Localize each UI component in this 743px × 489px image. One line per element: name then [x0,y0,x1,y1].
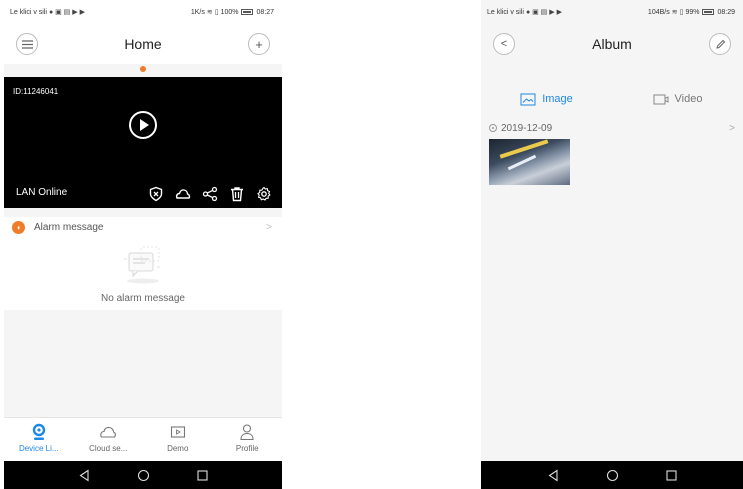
notification-icons: ● ▣ ▤ ▶ ▶ [525,9,562,16]
date-group-header[interactable]: 2019-12-09 > [489,121,735,135]
tab-label: Cloud se... [89,444,128,453]
home-circle-icon[interactable] [606,469,619,482]
sim-icon: ▯ [214,9,219,16]
title-bar: < Album [481,24,743,64]
carrier-label: Le klici v sili [487,8,524,16]
location-pin-icon [32,423,45,440]
camera-id: ID:11246041 [13,87,59,96]
tab-image[interactable]: Image [481,84,612,114]
tab-video[interactable]: Video [612,84,743,114]
shield-icon[interactable] [148,186,164,202]
status-bar: Le klici v sili ● ▣ ▤ ▶ ▶ 1K/s ≋ ▯ 100% … [4,0,282,24]
status-bar: Le klici v sili ● ▣ ▤ ▶ ▶ 104B/s ≋ ▯ 99%… [481,0,743,24]
network-speed: 104B/s [647,8,670,16]
alarm-icon: ◖ [12,220,25,234]
tab-label: Image [542,93,573,105]
carrier-label: Le klici v sili [10,8,47,16]
page-indicator-dot [140,66,146,72]
clock: 08:29 [717,8,735,16]
video-play-icon [170,426,185,438]
bottom-tab-bar: Device Li... Cloud se... Demo Profile [4,417,282,461]
back-triangle-icon[interactable] [547,468,560,482]
battery-percent: 99% [685,8,700,16]
share-icon[interactable] [202,186,218,202]
radio-dot-icon [489,124,497,132]
menu-button[interactable] [16,33,38,55]
clock: 08:27 [256,8,274,16]
battery-icon [702,9,715,15]
sim-icon: ▯ [679,9,684,16]
recents-square-icon[interactable] [196,469,209,482]
user-icon [240,424,254,441]
tab-label: Profile [235,444,259,453]
image-icon [520,93,536,105]
wifi-icon: ≋ [671,9,678,16]
tab-label: Demo [167,444,189,453]
chevron-right-icon: > [729,122,735,134]
back-triangle-icon[interactable] [78,468,91,482]
cloud-icon [100,426,117,438]
tab-demo[interactable]: Demo [143,418,213,461]
image-thumbnail[interactable] [489,139,570,185]
tab-label: Device Li... [18,444,59,453]
notification-icons: ● ▣ ▤ ▶ ▶ [48,9,85,16]
date-label: 2019-12-09 [501,122,553,134]
title-bar: Home + [4,24,282,64]
network-speed: 1K/s [190,8,205,16]
tab-device-list[interactable]: Device Li... [4,418,74,461]
add-device-button[interactable]: + [248,33,270,55]
thumbnail-detail [499,139,549,159]
cloud-icon[interactable] [175,186,191,202]
page-title: Album [592,36,632,52]
page-title: Home [124,36,162,52]
trash-icon[interactable] [229,186,245,202]
thumbnail-detail [507,154,537,171]
alarm-message-row[interactable]: ◖ Alarm message > [4,217,282,237]
edit-button[interactable] [709,33,731,55]
pencil-icon [715,39,725,49]
play-icon[interactable] [129,111,157,139]
home-circle-icon[interactable] [137,469,150,482]
settings-gear-icon[interactable] [256,186,272,202]
wifi-icon: ≋ [206,9,213,16]
tab-profile[interactable]: Profile [213,418,283,461]
system-nav-bar [4,461,282,489]
back-button[interactable]: < [493,33,515,55]
camera-preview[interactable]: ID:11246041 LAN Online [4,77,282,208]
recents-square-icon[interactable] [665,469,678,482]
chevron-left-icon: < [500,38,508,50]
home-screen: Le klici v sili ● ▣ ▤ ▶ ▶ 1K/s ≋ ▯ 100% … [4,0,282,489]
empty-message-icon [124,246,160,284]
alarm-message-label: Alarm message [34,221,104,233]
battery-icon [241,9,254,15]
system-nav-bar [481,461,743,489]
chevron-right-icon: > [266,221,272,233]
album-screen: Le klici v sili ● ▣ ▤ ▶ ▶ 104B/s ≋ ▯ 99%… [481,0,743,489]
plus-icon: + [255,36,263,52]
battery-percent: 100% [220,8,239,16]
connection-status: LAN Online [16,187,68,198]
media-type-tabs: Image Video [481,84,743,114]
camera-toolbar [148,186,272,202]
tab-cloud-service[interactable]: Cloud se... [74,418,144,461]
alarm-empty-state: No alarm message [4,237,282,310]
list-icon [21,39,33,49]
no-alarm-text: No alarm message [101,293,185,304]
video-camera-icon [653,94,669,104]
tab-label: Video [674,93,703,105]
